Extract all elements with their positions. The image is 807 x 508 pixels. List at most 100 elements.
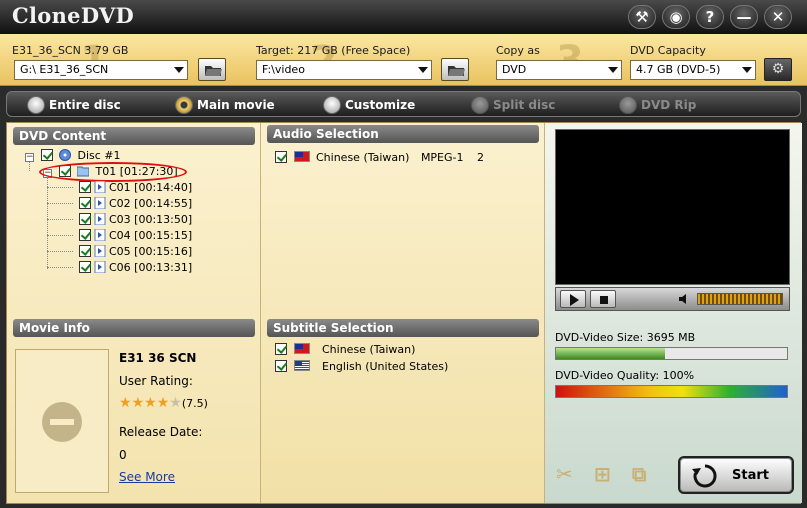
volume-slider[interactable] (697, 293, 783, 305)
stop-button[interactable] (590, 290, 616, 308)
start-button[interactable]: Start (678, 456, 794, 494)
copy-as-select[interactable]: DVD (496, 60, 622, 80)
close-icon[interactable]: ✕ (764, 5, 792, 29)
checkbox[interactable] (79, 213, 91, 225)
no-image-icon (42, 402, 82, 442)
radio-icon (471, 96, 489, 114)
see-more-link[interactable]: See More (119, 470, 175, 484)
capacity-select[interactable]: 4.7 GB (DVD-5) (630, 60, 756, 80)
mode-dvd-rip[interactable]: DVD Rip (619, 96, 697, 114)
highlight-ellipse (39, 162, 187, 182)
radio-icon (323, 96, 341, 114)
scissors-icon[interactable]: ✂ (556, 462, 582, 488)
play-button[interactable] (560, 290, 586, 308)
capacity-value: 4.7 GB (DVD-5) (636, 63, 721, 76)
player-controls (555, 287, 790, 311)
copy-as-value: DVD (502, 63, 527, 76)
mode-bar-inner: Entire disc Main movie Customize Split d… (6, 91, 801, 117)
capacity-label: DVD Capacity (630, 44, 706, 57)
chapter-label: C06 [00:13:31] (109, 261, 193, 274)
checkbox[interactable] (275, 360, 287, 372)
subtitle-language: English (United States) (322, 360, 449, 373)
audio-selection-header: Audio Selection (267, 125, 539, 143)
stop-icon (600, 296, 608, 304)
middle-column: Audio Selection Chinese (Taiwan) MPEG-1 … (261, 123, 545, 503)
tree-chapter[interactable]: C06 [00:13:31] (79, 261, 192, 275)
chapter-label: C03 [00:13:50] (109, 213, 193, 226)
size-meter-fill (556, 348, 665, 359)
folder-icon (448, 66, 465, 76)
rating-value: (7.5) (181, 397, 208, 410)
mode-label: Customize (345, 98, 416, 112)
checkbox[interactable] (275, 343, 287, 355)
checkbox[interactable] (275, 151, 287, 163)
mode-label: Entire disc (49, 98, 121, 112)
star-icon: ★ (131, 395, 145, 411)
subtitle-row[interactable]: Chinese (Taiwan) (275, 343, 415, 357)
tree-line (47, 251, 73, 252)
tools-icon[interactable]: ⚒ (628, 5, 656, 29)
right-column: DVD-Video Size: 3695 MB DVD-Video Qualit… (545, 123, 802, 503)
add-icon[interactable]: ⊞ (594, 462, 620, 488)
chevron-down-icon (418, 67, 428, 73)
star-icon: ★ (156, 395, 170, 411)
mode-label: Main movie (197, 98, 275, 112)
star-icon: ★ (169, 395, 182, 411)
chapter-label: C05 [00:15:16] (109, 245, 193, 258)
size-meter (555, 347, 788, 360)
tree-line (47, 235, 73, 236)
tree-disc-label: Disc #1 (77, 149, 121, 162)
taiwan-flag-icon (293, 343, 310, 354)
target-select[interactable]: F:\video (256, 60, 432, 80)
checkbox[interactable] (79, 181, 91, 193)
subtitle-row[interactable]: English (United States) (275, 360, 448, 374)
minimize-icon[interactable]: — (730, 5, 758, 29)
speaker-icon (679, 294, 686, 304)
main-content: DVD Content − Disc #1 − T01 [01:27:30] C… (6, 122, 802, 504)
tree-chapter[interactable]: C05 [00:15:16] (79, 245, 192, 259)
globe-icon[interactable]: ◉ (662, 5, 690, 29)
tree-chapter[interactable]: C02 [00:14:55] (79, 197, 192, 211)
refresh-icon (692, 464, 717, 488)
mode-label: DVD Rip (641, 98, 697, 112)
source-browse-button[interactable] (198, 58, 226, 81)
tree-disc[interactable]: − Disc #1 (25, 149, 121, 163)
copy-icon[interactable]: ⧉ (632, 462, 658, 488)
video-file-icon (94, 181, 106, 193)
audio-channels: 2 (477, 151, 485, 164)
tree-chapter[interactable]: C03 [00:13:50] (79, 213, 192, 227)
app-title: CloneDVD (12, 3, 135, 28)
rating-label: User Rating: (119, 374, 193, 388)
target-label: Target: 217 GB (Free Space) (256, 44, 411, 57)
star-icon: ★ (144, 395, 157, 411)
chapter-label: C04 [00:15:15] (109, 229, 193, 242)
source-select[interactable]: G:\ E31_36_SCN (14, 60, 188, 80)
help-icon[interactable]: ? (696, 5, 724, 29)
play-icon (570, 294, 579, 306)
mode-main-movie[interactable]: Main movie (175, 96, 275, 114)
checkbox[interactable] (79, 245, 91, 257)
tree-chapter[interactable]: C04 [00:15:15] (79, 229, 192, 243)
chevron-down-icon (608, 67, 618, 73)
tree-line (47, 219, 73, 220)
checkbox[interactable] (79, 229, 91, 241)
start-label: Start (732, 468, 769, 483)
mode-customize[interactable]: Customize (323, 96, 416, 114)
mode-split-disc[interactable]: Split disc (471, 96, 555, 114)
copy-as-label: Copy as (496, 44, 540, 57)
collapse-icon[interactable]: − (25, 153, 34, 162)
video-file-icon (94, 197, 106, 209)
mode-entire-disc[interactable]: Entire disc (27, 96, 121, 114)
left-column: DVD Content − Disc #1 − T01 [01:27:30] C… (7, 123, 261, 503)
checkbox[interactable] (79, 261, 91, 273)
checkbox[interactable] (40, 149, 53, 161)
video-file-icon (94, 245, 106, 257)
audio-track-row[interactable]: Chinese (Taiwan) MPEG-1 2 (275, 151, 484, 165)
mode-bar: Entire disc Main movie Customize Split d… (0, 87, 807, 121)
target-browse-button[interactable] (441, 58, 469, 81)
dvd-content-header: DVD Content (13, 127, 255, 145)
gear-icon[interactable]: ⚙ (764, 58, 792, 81)
tree-chapter[interactable]: C01 [00:14:40] (79, 181, 192, 195)
checkbox[interactable] (79, 197, 91, 209)
source-label: E31_36_SCN 3.79 GB (12, 44, 129, 57)
